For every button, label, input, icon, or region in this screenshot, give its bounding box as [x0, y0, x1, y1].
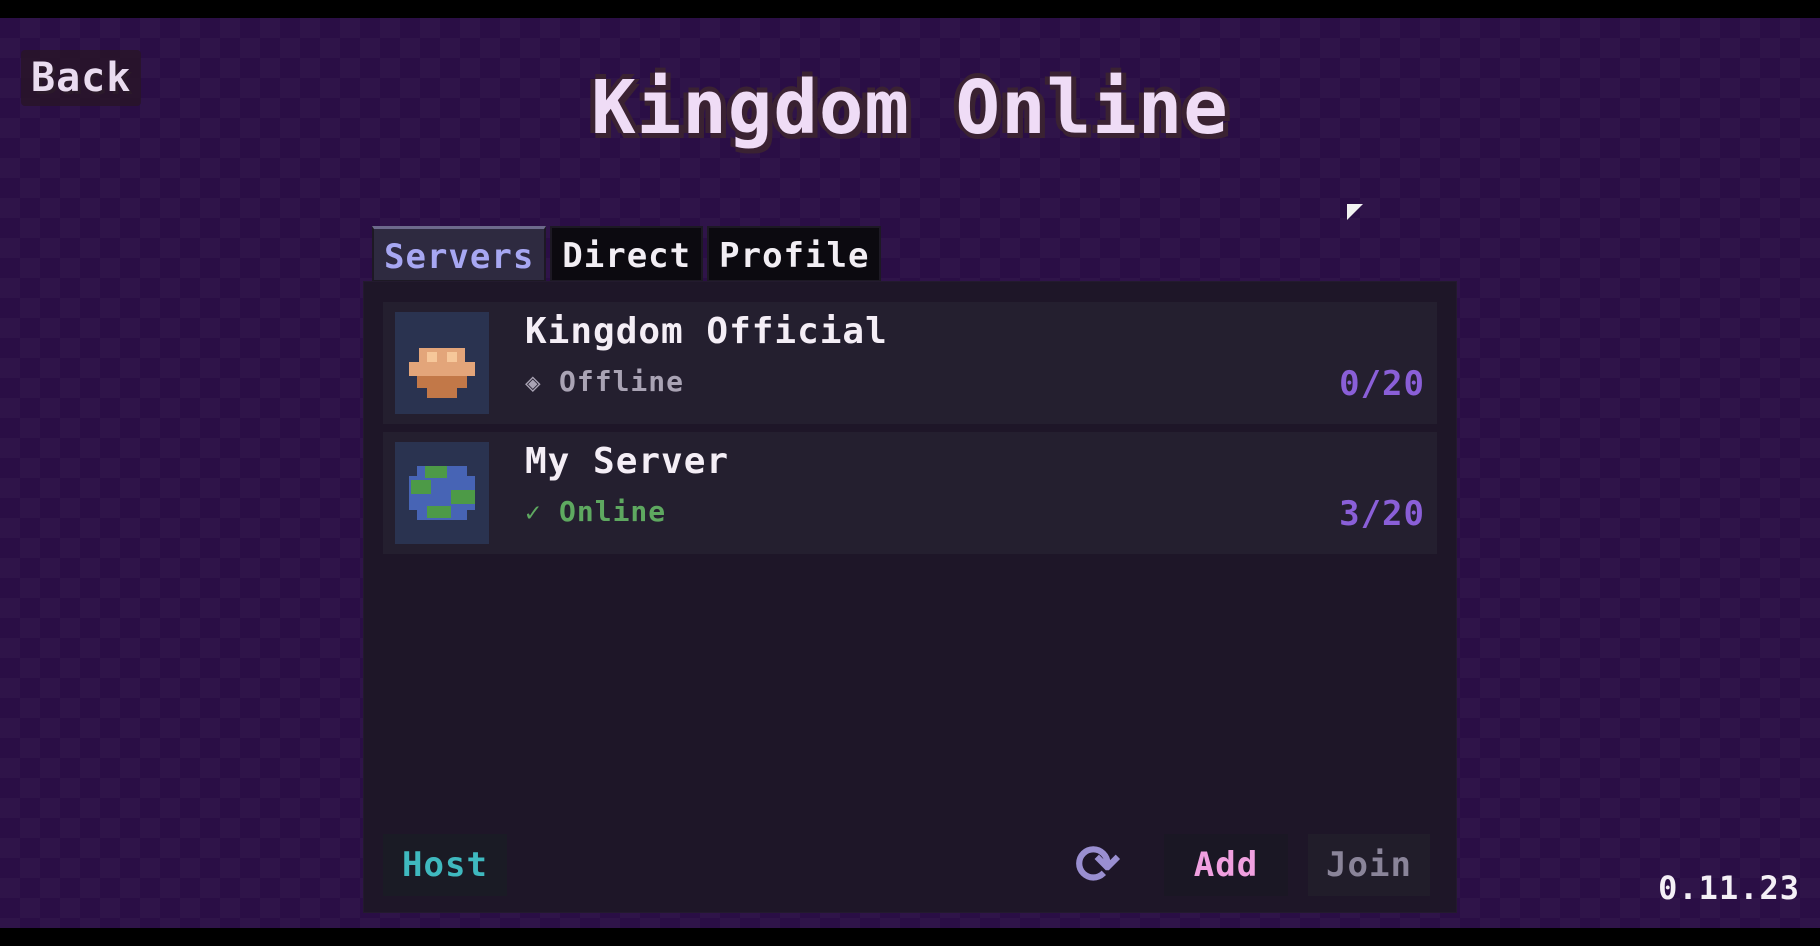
server-status: ✓ Online — [525, 494, 666, 531]
earth-icon — [395, 442, 489, 544]
tab-servers[interactable]: Servers — [372, 226, 547, 282]
add-button[interactable]: Add — [1164, 834, 1288, 896]
server-row-kingdom-official[interactable]: Kingdom Official ◈ Offline 0/20 — [383, 302, 1437, 424]
join-button[interactable]: Join — [1308, 834, 1430, 896]
game-title: Kingdom Online — [591, 65, 1229, 151]
check-icon: ✓ — [525, 498, 542, 528]
server-list-panel: Kingdom Official ◈ Offline 0/20 My Server… — [364, 282, 1456, 912]
server-name: Kingdom Official — [525, 311, 888, 352]
tab-profile[interactable]: Profile — [707, 226, 882, 282]
mushroom-icon — [395, 312, 489, 414]
version-label: 0.11.23 — [1658, 869, 1800, 907]
server-row-my-server[interactable]: My Server ✓ Online 3/20 — [383, 432, 1437, 554]
game-screen: Back Kingdom Online Servers Direct Profi… — [0, 18, 1820, 928]
status-text: Offline — [559, 365, 685, 398]
tab-bar: Servers Direct Profile — [372, 226, 882, 282]
status-text: Online — [559, 495, 667, 528]
player-count: 0/20 — [1339, 364, 1425, 404]
host-button[interactable]: Host — [383, 834, 507, 896]
server-status: ◈ Offline — [525, 364, 684, 401]
refresh-icon[interactable]: ⟳ — [1066, 834, 1130, 896]
mouse-cursor-icon — [1347, 204, 1363, 220]
server-name: My Server — [525, 441, 730, 482]
player-count: 3/20 — [1339, 494, 1425, 534]
tab-direct[interactable]: Direct — [550, 226, 704, 282]
diamond-dots-icon: ◈ — [525, 368, 542, 398]
